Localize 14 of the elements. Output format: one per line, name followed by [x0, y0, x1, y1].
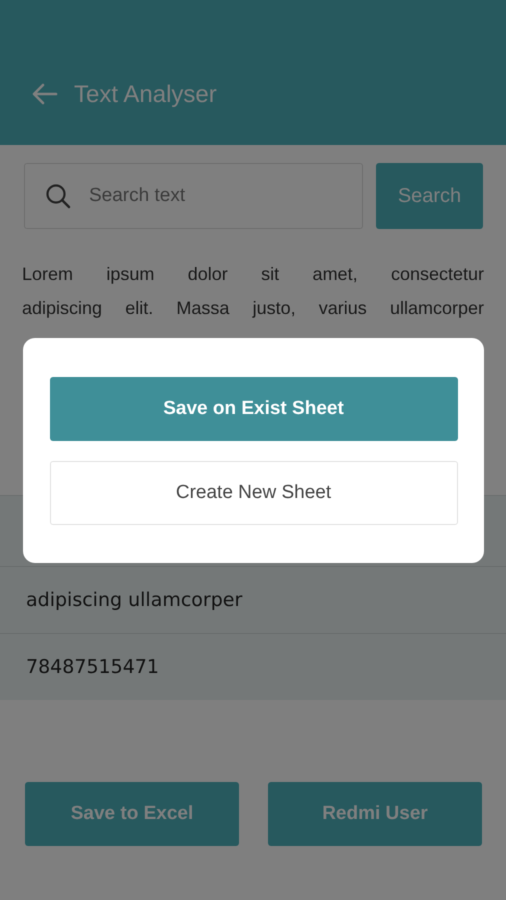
- search-field[interactable]: Search text: [24, 163, 363, 229]
- search-input[interactable]: Search text: [87, 184, 362, 208]
- user-button[interactable]: Redmi User: [268, 782, 482, 846]
- search-icon: [45, 183, 71, 209]
- screen-title: Text Analyser: [74, 81, 217, 109]
- search-button[interactable]: Search: [376, 163, 483, 229]
- save-excel-button[interactable]: Save to Excel: [25, 782, 239, 846]
- result-text: 78487515471: [26, 656, 159, 678]
- sheet-option-button[interactable]: Create New Sheet: [50, 461, 458, 525]
- analysed-text-line: Lorem ipsum dolor sit amet, consectetur: [22, 263, 484, 286]
- back-arrow-icon[interactable]: [32, 83, 58, 105]
- sheet-option-button[interactable]: Save on Exist Sheet: [50, 377, 458, 441]
- analysed-text-line: adipiscing elit. Massa justo, varius ullamcorper: [22, 297, 484, 320]
- result-text: adipiscing ullamcorper: [26, 589, 242, 611]
